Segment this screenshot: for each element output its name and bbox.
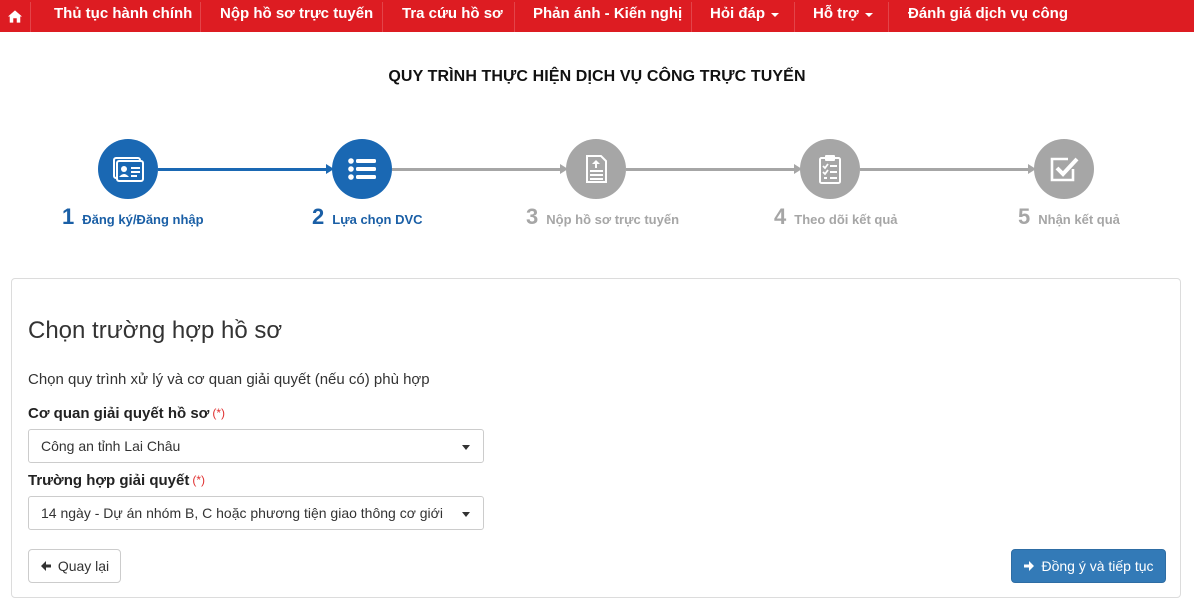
back-button-label: Quay lại [57,558,110,574]
nav-divider [382,2,383,32]
step-1-circle [98,139,158,199]
step-3-circle [566,139,626,199]
step-2-label: 2 Lựa chọn DVC [312,204,423,230]
step-connector [158,168,326,171]
required-mark: (*) [212,406,226,420]
step-number: 2 [312,204,325,229]
step-4-label: 4 Theo dõi kết quả [774,204,898,230]
caret-down-icon [771,13,779,17]
nav-item-label: Phản ánh - Kiến nghị [533,5,683,22]
step-number: 3 [526,204,539,229]
home-button[interactable] [0,0,30,32]
nav-divider [794,2,795,32]
agency-field-label: Cơ quan giải quyết hồ sơ (*) [28,405,225,422]
agency-label-text: Cơ quan giải quyết hồ sơ [28,405,210,422]
step-number: 1 [62,204,75,229]
step-text: Theo dõi kết quả [794,212,898,227]
step-5-label: 5 Nhận kết quả [1018,204,1120,230]
step-connector [626,168,794,171]
nav-item-danh-gia[interactable]: Đánh giá dịch vụ công [908,0,1068,32]
nav-item-label: Hỗ trợ [813,5,859,22]
top-navigation: Thủ tục hành chính Nộp hồ sơ trực tuyến … [0,0,1194,32]
nav-item-label: Nộp hồ sơ trực tuyến [220,5,374,22]
nav-item-phan-anh[interactable]: Phản ánh - Kiến nghị [533,0,682,32]
required-mark: (*) [192,473,206,487]
nav-divider [200,2,201,32]
case-label-text: Trường hợp giải quyết [28,472,190,489]
case-field-label: Trường hợp giải quyết (*) [28,472,205,489]
step-1-label: 1 Đăng ký/Đăng nhập [62,204,204,230]
nav-item-label: Thủ tục hành chính [54,5,193,22]
caret-down-icon [462,512,470,517]
nav-divider [888,2,889,32]
nav-item-label: Đánh giá dịch vụ công [908,5,1069,22]
nav-item-ho-tro[interactable]: Hỗ trợ [813,0,873,32]
clipboard-check-icon [819,155,841,184]
id-card-icon [113,157,144,182]
process-stepper: 1 Đăng ký/Đăng nhập 2 Lựa chọn DVC 3 Nộp… [0,130,1194,240]
arrow-left-icon [40,561,51,571]
panel-description: Chọn quy trình xử lý và cơ quan giải quy… [28,371,430,388]
step-text: Đăng ký/Đăng nhập [82,212,204,227]
step-connector [860,168,1028,171]
step-number: 4 [774,204,787,229]
nav-item-hoi-dap[interactable]: Hỏi đáp [710,0,779,32]
agree-continue-button[interactable]: Đồng ý và tiếp tục [1011,549,1166,583]
nav-item-label: Tra cứu hồ sơ [402,5,503,22]
case-select-value: 14 ngày - Dự án nhóm B, C hoặc phương ti… [41,505,443,521]
caret-down-icon [462,445,470,450]
caret-down-icon [864,13,873,17]
step-text: Lựa chọn DVC [332,212,423,227]
agency-select[interactable]: Công an tỉnh Lai Châu [28,429,484,463]
panel-heading: Chọn trường hợp hồ sơ [28,317,283,344]
nav-item-thu-tuc[interactable]: Thủ tục hành chính [54,0,192,32]
step-connector [392,168,560,171]
back-button[interactable]: Quay lại [28,549,121,583]
nav-item-tra-cuu[interactable]: Tra cứu hồ sơ [402,0,503,32]
step-text: Nhận kết quả [1038,212,1120,227]
step-text: Nộp hồ sơ trực tuyến [546,212,680,227]
nav-divider [514,2,515,32]
checkbox-icon [1050,157,1079,182]
file-upload-icon [586,155,607,183]
agency-select-value: Công an tỉnh Lai Châu [41,438,181,454]
case-selection-panel: Chọn trường hợp hồ sơ Chọn quy trình xử … [11,278,1181,598]
nav-divider [30,2,31,32]
nav-divider [691,2,692,32]
list-icon [348,158,376,180]
nav-item-label: Hỏi đáp [710,5,765,22]
page-title: QUY TRÌNH THỰC HIỆN DỊCH VỤ CÔNG TRỰC TU… [388,68,806,85]
step-3-label: 3 Nộp hồ sơ trực tuyến [526,204,679,230]
step-4-circle [800,139,860,199]
nav-item-nop-ho-so[interactable]: Nộp hồ sơ trực tuyến [220,0,373,32]
step-5-circle [1034,139,1094,199]
step-number: 5 [1018,204,1031,229]
case-select[interactable]: 14 ngày - Dự án nhóm B, C hoặc phương ti… [28,496,484,530]
arrow-right-icon [1024,561,1035,571]
home-icon [8,9,22,23]
next-button-label: Đồng ý và tiếp tục [1041,558,1154,574]
step-2-circle [332,139,392,199]
